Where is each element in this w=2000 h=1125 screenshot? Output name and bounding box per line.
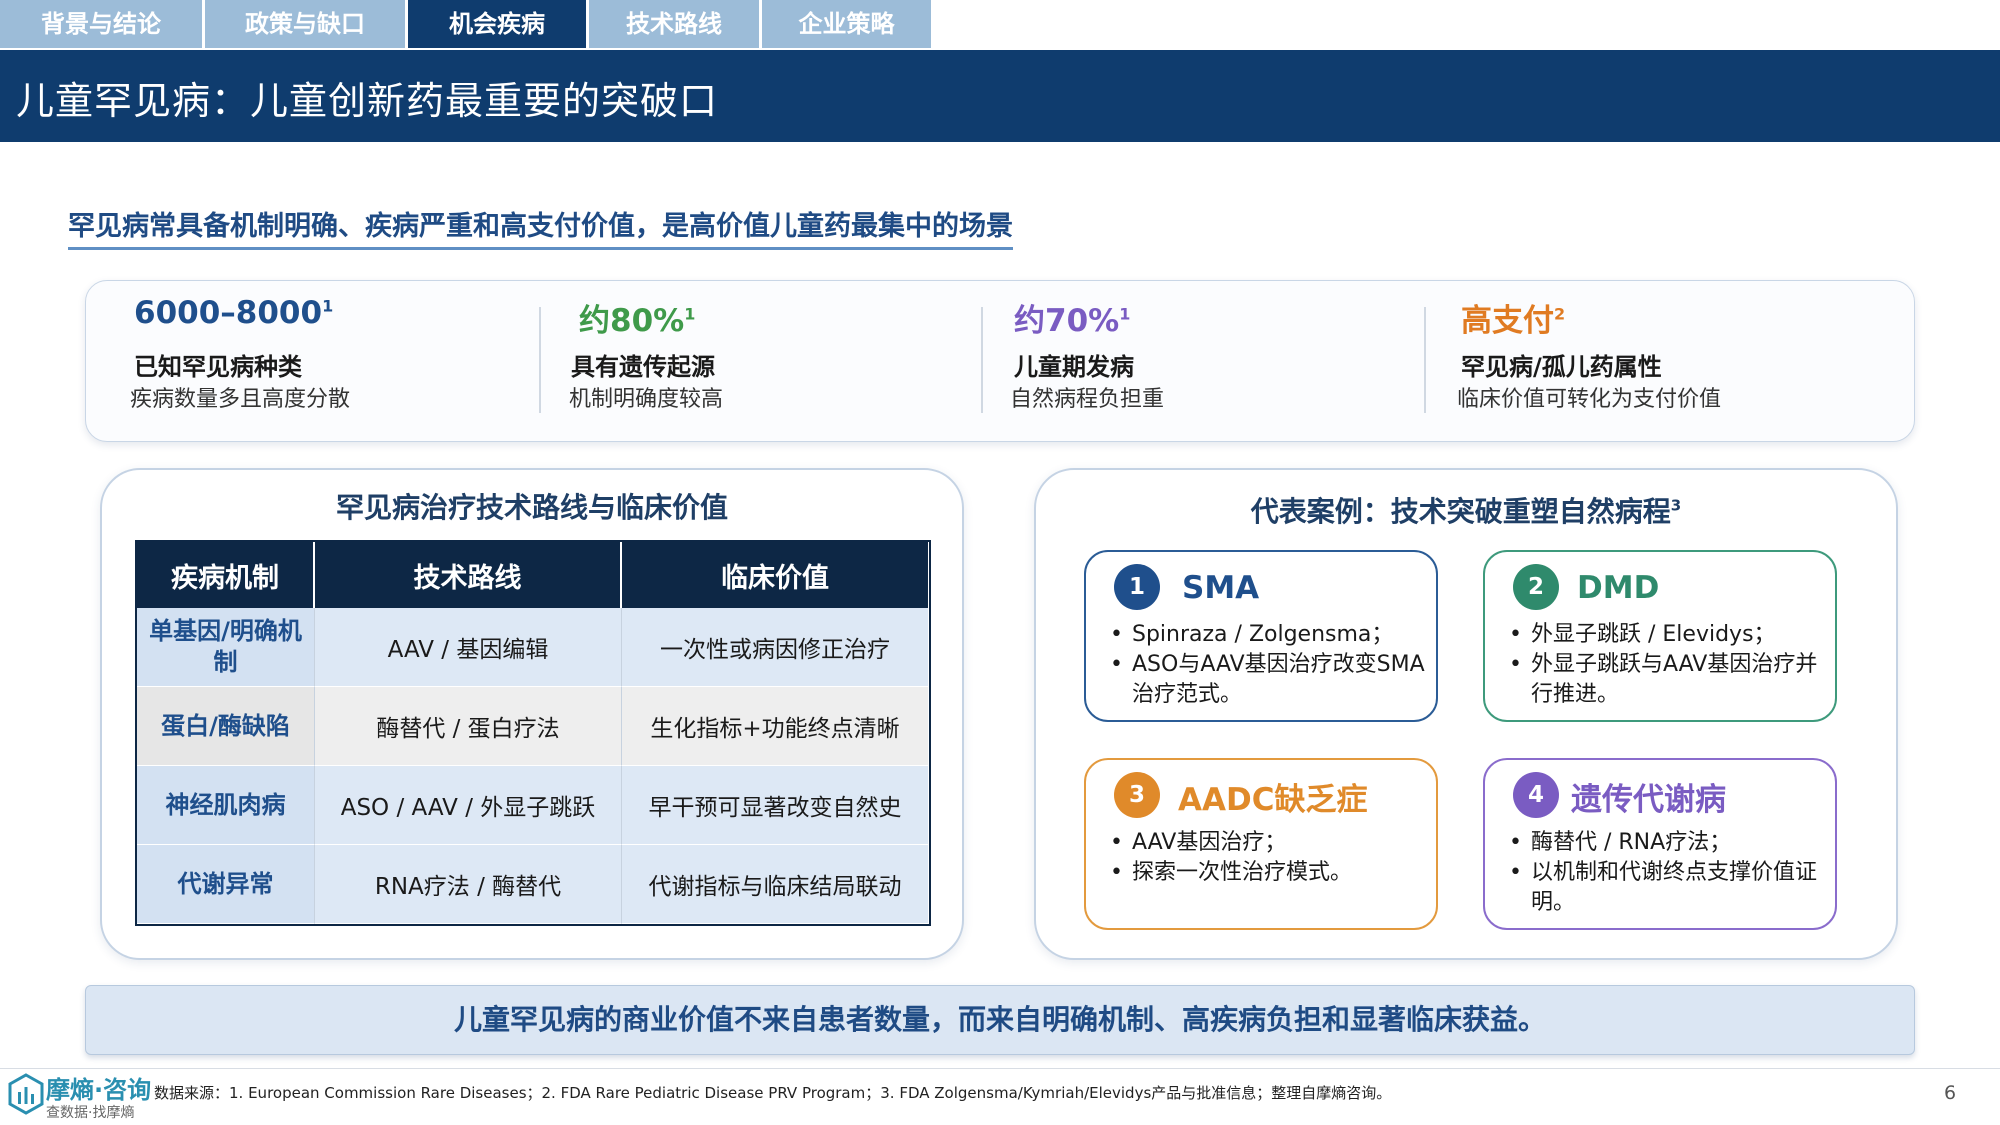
cases-panel-title: 代表案例：技术突破重塑自然病程3 [1250,495,1682,528]
case-bullets: 外显子跳跃 / Elevidys； 外显子跳跃与AAV基因治疗并行推进。 [1501,620,1829,710]
case-number-badge: 4 [1513,772,1559,818]
case-bullet: AAV基因治疗； [1102,828,1430,858]
table-header-cell: 技术路线 [315,542,622,608]
title-bar: 儿童罕见病：儿童创新药最重要的突破口 [0,50,2000,142]
tab-policy-gap[interactable]: 政策与缺口 [205,0,405,48]
tech-route-table: 疾病机制 技术路线 临床价值 单基因/明确机制 AAV / 基因编辑 一次性或病… [135,540,931,926]
data-source-note: 数据来源：1. European Commission Rare Disease… [154,1084,1392,1102]
table-cell: ASO / AAV / 外显子跳跃 [315,766,622,845]
tech-route-panel-title: 罕见病治疗技术路线与临床价值 [335,491,728,524]
stat-desc: 自然病程负担重 [1010,387,1165,412]
page-title: 儿童罕见病：儿童创新药最重要的突破口 [16,79,719,123]
table-cell: 单基因/明确机制 [137,608,315,687]
conclusion-banner: 儿童罕见病的商业价值不来自患者数量，而来自明确机制、高疾病负担和显著临床获益。 [85,985,1915,1055]
stats-panel: 6000–80001 已知罕见病种类 疾病数量多且高度分散 约80%1 具有遗传… [85,280,1915,442]
table-header-cell: 疾病机制 [137,542,315,608]
table-row: 神经肌肉病 ASO / AAV / 外显子跳跃 早干预可显著改变自然史 [137,766,929,845]
table-cell: 代谢指标与临床结局联动 [622,845,928,924]
case-title: AADC缺乏症 [1178,782,1368,818]
case-bullet: Spinraza / Zolgensma； [1102,620,1430,650]
case-card-sma: 1 SMA Spinraza / Zolgensma； ASO与AAV基因治疗改… [1084,550,1438,722]
case-bullet: 外显子跳跃 / Elevidys； [1501,620,1829,650]
case-card-aadc: 3 AADC缺乏症 AAV基因治疗； 探索一次性治疗模式。 [1084,758,1438,930]
case-bullet: 外显子跳跃与AAV基因治疗并行推进。 [1501,650,1829,710]
company-tagline: 查数据·找摩熵 [46,1105,135,1121]
table-row: 单基因/明确机制 AAV / 基因编辑 一次性或病因修正治疗 [137,608,929,687]
section-subtitle: 罕见病常具备机制明确、疾病严重和高支付价值，是高价值儿童药最集中的场景 [68,204,1013,250]
table-header-row: 疾病机制 技术路线 临床价值 [137,542,929,608]
footer-divider [0,1068,2000,1069]
stat-label: 罕见病/孤儿药属性 [1461,353,1662,381]
case-number-badge: 1 [1114,564,1160,610]
case-number-badge: 3 [1114,772,1160,818]
case-number-badge: 2 [1513,564,1559,610]
table-cell: 生化指标+功能终点清晰 [622,687,928,766]
company-name: 摩熵·咨询 [46,1076,152,1104]
case-card-metabolic: 4 遗传代谢病 酶替代 / RNA疗法； 以机制和代谢终点支撑价值证明。 [1483,758,1837,930]
stat-value: 高支付2 [1461,303,1566,339]
stat-divider [1424,307,1426,413]
case-bullet: 酶替代 / RNA疗法； [1501,828,1829,858]
case-bullets: 酶替代 / RNA疗法； 以机制和代谢终点支撑价值证明。 [1501,828,1829,918]
stat-desc: 疾病数量多且高度分散 [130,387,351,412]
table-row: 蛋白/酶缺陷 酶替代 / 蛋白疗法 生化指标+功能终点清晰 [137,687,929,766]
case-title: 遗传代谢病 [1571,782,1726,818]
case-card-dmd: 2 DMD 外显子跳跃 / Elevidys； 外显子跳跃与AAV基因治疗并行推… [1483,550,1837,722]
table-cell: 酶替代 / 蛋白疗法 [315,687,622,766]
stat-label: 已知罕见病种类 [134,353,302,381]
table-cell: 神经肌肉病 [137,766,315,845]
case-title: DMD [1577,570,1660,606]
stat-label: 儿童期发病 [1014,353,1134,381]
company-logo-icon [8,1073,44,1115]
page-number: 6 [1944,1082,1957,1104]
table-header-cell: 临床价值 [622,542,928,608]
table-cell: AAV / 基因编辑 [315,608,622,687]
case-title: SMA [1182,570,1260,606]
table-cell: 代谢异常 [137,845,315,924]
tab-opportunity-diseases[interactable]: 机会疾病 [408,0,586,48]
case-bullets: AAV基因治疗； 探索一次性治疗模式。 [1102,828,1430,888]
stat-value: 6000–80001 [134,295,334,331]
stat-divider [981,307,983,413]
table-cell: 蛋白/酶缺陷 [137,687,315,766]
table-cell: 早干预可显著改变自然史 [622,766,928,845]
table-row: 代谢异常 RNA疗法 / 酶替代 代谢指标与临床结局联动 [137,845,929,924]
top-nav: 背景与结论 政策与缺口 机会疾病 技术路线 企业策略 [0,0,934,48]
stat-divider [539,307,541,413]
stat-label: 具有遗传起源 [571,353,715,381]
stat-value: 约80%1 [579,303,696,339]
case-bullet: ASO与AAV基因治疗改变SMA治疗范式。 [1102,650,1430,710]
stat-desc: 机制明确度较高 [569,387,724,412]
tab-technology-route[interactable]: 技术路线 [589,0,759,48]
stat-desc: 临床价值可转化为支付价值 [1457,387,1722,412]
case-bullet: 以机制和代谢终点支撑价值证明。 [1501,858,1829,918]
case-bullet: 探索一次性治疗模式。 [1102,858,1430,888]
stat-value: 约70%1 [1014,303,1131,339]
case-bullets: Spinraza / Zolgensma； ASO与AAV基因治疗改变SMA治疗… [1102,620,1430,710]
table-cell: 一次性或病因修正治疗 [622,608,928,687]
tab-background-conclusion[interactable]: 背景与结论 [0,0,202,48]
tab-company-strategy[interactable]: 企业策略 [762,0,931,48]
table-cell: RNA疗法 / 酶替代 [315,845,622,924]
